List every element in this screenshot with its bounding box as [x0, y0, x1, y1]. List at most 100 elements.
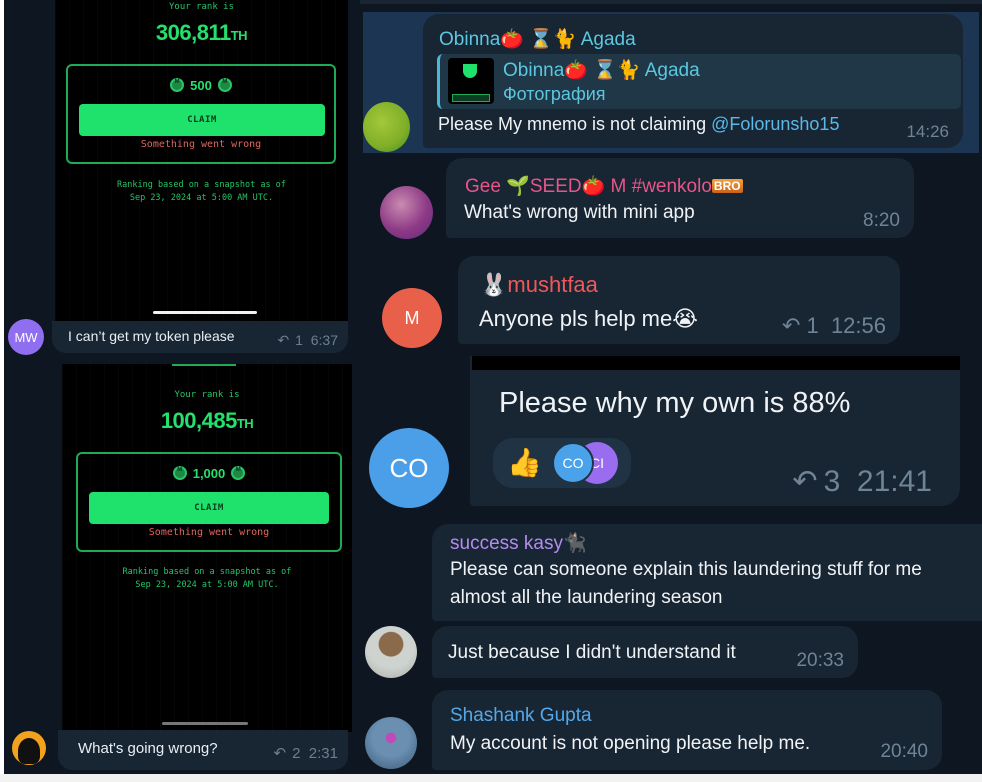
message-text: I can’t get my token please	[68, 328, 235, 344]
rank-number: 100,485	[160, 408, 238, 433]
snapshot-note: Ranking based on a snapshot as of Sep 23…	[62, 566, 352, 592]
message-bubble[interactable]: Shashank Gupta My account is not opening…	[432, 690, 942, 770]
message-time: 12:56	[830, 313, 886, 338]
avatar[interactable]: M	[382, 288, 442, 348]
snapshot-date: Sep 23, 2024 at 5:00 AM UTC.	[135, 580, 279, 590]
message-time: 6:37	[310, 332, 338, 348]
message-meta: ↶ 1 12:56	[782, 313, 886, 339]
user-mention-link[interactable]: @Folorunsho15	[711, 114, 839, 134]
reward-row: 1,000	[78, 466, 340, 481]
avatar[interactable]	[380, 186, 433, 239]
coin-icon	[172, 466, 187, 480]
message-bubble[interactable]: Obinna🍅 ⌛🐈 Agada Obinna🍅 ⌛🐈 Agada Фотогр…	[423, 14, 963, 148]
reply-icon[interactable]: ↶	[792, 464, 817, 499]
coin-icon	[170, 78, 185, 92]
message-text-line: Please can someone explain this launderi…	[450, 559, 922, 580]
avatar[interactable]	[365, 626, 417, 678]
quote-thumbnail	[448, 58, 494, 104]
coin-icon	[217, 78, 232, 92]
claim-box: 1,000 CLAIM Something went wrong	[76, 452, 342, 552]
reply-count[interactable]: 2	[292, 745, 300, 762]
rank-suffix: TH	[230, 28, 248, 43]
reply-icon[interactable]: ↶	[782, 313, 800, 339]
reaction-user-initials: CO	[562, 455, 584, 471]
message-body: Please My mnemo is not claiming	[438, 114, 712, 134]
snapshot-line: Ranking based on a snapshot as of	[122, 567, 292, 577]
claim-box: 500 CLAIM Something went wrong	[66, 64, 336, 164]
attached-screenshot-rank[interactable]: Your rank is 306,811TH 500 CLAIM Somethi…	[55, 0, 348, 321]
attached-screenshot-rank[interactable]: Your rank is 100,485TH 1,000 CLAIM Somet…	[62, 364, 352, 732]
reply-icon[interactable]: ↶	[277, 332, 289, 349]
message-bubble[interactable]: What's going wrong? ↶ 2 2:31	[58, 730, 348, 770]
right-chat-panel: Obinna🍅 ⌛🐈 Agada Obinna🍅 ⌛🐈 Agada Фотогр…	[360, 0, 982, 774]
snapshot-date: Sep 23, 2024 at 5:00 AM UTC.	[129, 193, 274, 203]
quote-sender: Obinna🍅 ⌛🐈 Agada	[503, 60, 700, 81]
message-text-line: almost all the laundering season	[450, 587, 723, 608]
media-edge	[472, 356, 960, 370]
message-text: What's going wrong?	[78, 740, 218, 757]
sender-name[interactable]: success kasy🐈‍⬛	[450, 531, 587, 555]
message-time: 20:40	[880, 741, 928, 762]
avatar[interactable]: CO	[369, 428, 449, 508]
message-bubble[interactable]: Just because I didn't understand it 20:3…	[432, 626, 858, 678]
message-text: Please why my own is 88%	[499, 387, 851, 419]
reaction-pill[interactable]: 👍 CI CO	[493, 438, 631, 488]
avatar-silhouette	[18, 738, 40, 764]
sender-name[interactable]: 🐰mushtfaa	[480, 272, 598, 298]
message-text: Anyone pls help me😭	[479, 306, 698, 331]
avatar[interactable]	[365, 717, 417, 769]
message-time: 21:41	[856, 465, 932, 498]
thumb-claim-box	[452, 94, 490, 102]
left-chat-panel: Your rank is 306,811TH 500 CLAIM Somethi…	[4, 0, 360, 774]
message-text: Just because I didn't understand it	[448, 642, 736, 663]
reaction-user-avatar: CO	[552, 442, 594, 484]
sender-name[interactable]: Gee 🌱SEED🍅 M #wenkolo BRO	[465, 174, 743, 198]
message-meta: ↶ 2 2:31	[274, 744, 338, 762]
claim-button[interactable]: CLAIM	[79, 104, 325, 136]
page-bottom-edge	[0, 774, 982, 782]
sender-name-text: mushtfaa	[507, 272, 598, 297]
decor-line	[172, 364, 236, 366]
message-time: 8:20	[863, 210, 900, 231]
thumbs-up-icon: 👍	[507, 446, 542, 479]
reward-amount: 1,000	[192, 466, 226, 481]
message-meta: ↶ 3 21:41	[792, 464, 932, 499]
reply-icon[interactable]: ↶	[274, 744, 287, 762]
message-meta: ↶ 1 6:37	[277, 332, 338, 349]
message-bubble[interactable]: Please why my own is 88% 👍 CI CO ↶ 3 21:4…	[470, 356, 960, 506]
rank-value: 100,485TH	[62, 408, 352, 434]
snapshot-line: Ranking based on a snapshot as of	[117, 180, 286, 190]
rank-label: Your rank is	[168, 2, 235, 12]
message-bubble[interactable]: success kasy🐈‍⬛ Please can someone expla…	[432, 524, 982, 621]
message-time: 20:33	[796, 650, 844, 671]
message-text: What's wrong with mini app	[464, 202, 695, 223]
bro-badge: BRO	[711, 179, 743, 193]
avatar[interactable]	[12, 731, 46, 765]
rank-number: 306,811	[155, 20, 231, 45]
claim-button[interactable]: CLAIM	[89, 492, 329, 524]
home-indicator	[162, 722, 248, 725]
reply-count[interactable]: 1	[295, 332, 303, 348]
rank-value: 306,811TH	[55, 20, 348, 46]
reply-count[interactable]: 3	[824, 465, 841, 498]
avatar[interactable]: MW	[8, 319, 44, 355]
message-bubble[interactable]: 🐰mushtfaa Anyone pls help me😭 ↶ 1 12:56	[458, 256, 900, 344]
message-text: My account is not opening please help me…	[450, 733, 811, 754]
prev-message-edge	[360, 0, 982, 4]
coin-icon	[231, 466, 246, 480]
snapshot-note: Ranking based on a snapshot as of Sep 23…	[55, 179, 348, 205]
message-time: 14:26	[906, 122, 949, 141]
sender-name[interactable]: Obinna🍅 ⌛🐈 Agada	[439, 27, 636, 51]
sender-name[interactable]: Shashank Gupta	[450, 705, 592, 727]
avatar[interactable]	[363, 102, 410, 152]
rank-label: Your rank is	[174, 390, 240, 400]
message-bubble[interactable]: I can’t get my token please ↶ 1 6:37	[52, 321, 348, 353]
rank-suffix: TH	[236, 416, 254, 431]
reply-count[interactable]: 1	[806, 313, 818, 338]
error-message: Something went wrong	[148, 527, 270, 538]
home-indicator	[153, 311, 257, 314]
reply-quote[interactable]: Obinna🍅 ⌛🐈 Agada Фотография	[437, 54, 961, 109]
message-bubble[interactable]: Gee 🌱SEED🍅 M #wenkolo BRO What's wrong wi…	[446, 158, 914, 238]
reward-row: 500	[68, 78, 334, 93]
sender-name-text: Gee 🌱SEED🍅 M #wenkolo	[465, 176, 712, 197]
